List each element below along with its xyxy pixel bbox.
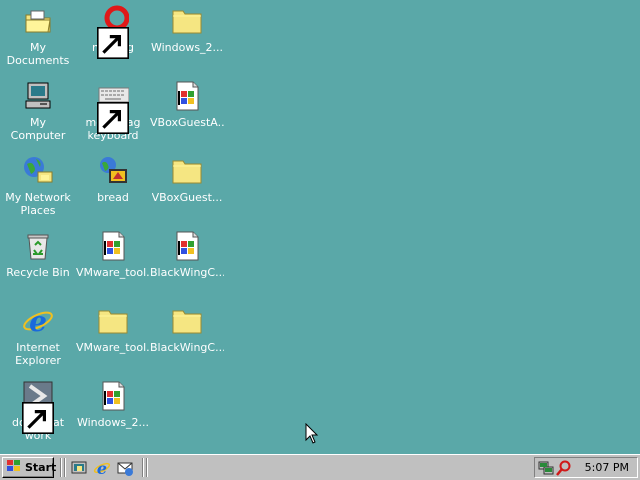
windows-logo-icon xyxy=(6,459,22,476)
search-tray-icon[interactable] xyxy=(556,460,572,476)
desktop-icon-vmware-tools-folder[interactable]: VMware_tool... xyxy=(76,305,150,354)
start-label: Start xyxy=(25,461,57,474)
desktop-icon-label: BlackWingC... xyxy=(150,266,224,279)
shortcut-overlay-icon xyxy=(97,27,129,59)
my-documents-icon xyxy=(22,5,54,37)
shortcut-overlay-icon xyxy=(22,402,54,434)
desktop-icon-label: Recycle Bin xyxy=(6,266,70,279)
desktop-icon-label: My Network Places xyxy=(5,191,71,217)
desktop-icon-windows-2-exe[interactable]: Windows_2... xyxy=(76,380,150,429)
desktop-icon-label: VMware_tool... xyxy=(76,266,150,279)
taskbar: Start e 5:07 PM xyxy=(0,454,640,480)
desktop-icon-vboxguesta-exe[interactable]: VBoxGuestA... xyxy=(150,80,224,129)
red-ring-icon xyxy=(97,5,129,59)
bread-icon xyxy=(97,155,129,187)
network-tray-icon[interactable] xyxy=(538,460,554,476)
folder-icon xyxy=(171,305,203,337)
desktop-icon-nothing[interactable]: nothing xyxy=(76,5,150,59)
desktop-icon-label: VBoxGuestA... xyxy=(150,116,224,129)
svg-text:e: e xyxy=(97,459,107,477)
windows-exe-icon xyxy=(97,230,129,262)
folder-icon xyxy=(171,5,203,37)
windows-exe-icon xyxy=(171,230,203,262)
desktop-icon-label: Internet Explorer xyxy=(15,341,61,367)
taskbar-separator xyxy=(142,458,144,477)
desktop-icon-mobilefag-keyboard[interactable]: mobilefag keyboard xyxy=(76,80,150,142)
desktop-icon-my-documents[interactable]: My Documents xyxy=(1,5,75,67)
shortcut-overlay-icon xyxy=(97,102,129,134)
desktop-icon-windows-2-folder[interactable]: Windows_2... xyxy=(150,5,224,54)
desktop-icon-my-network-places[interactable]: My Network Places xyxy=(1,155,75,217)
desktop-icon-label: bread xyxy=(97,191,129,204)
svg-text:e: e xyxy=(29,305,47,337)
desktop-icon-vboxguest-folder[interactable]: VBoxGuest... xyxy=(150,155,224,204)
keyboard-icon xyxy=(97,80,129,134)
desktop-icon-label: VMware_tool... xyxy=(76,341,150,354)
desktop-icon-recycle-bin[interactable]: Recycle Bin xyxy=(1,230,75,279)
clock[interactable]: 5:07 PM xyxy=(585,461,629,474)
mouse-pointer-icon xyxy=(305,422,319,445)
task-area-grip[interactable] xyxy=(146,458,148,477)
folder-icon xyxy=(171,155,203,187)
desktop-icon-bread[interactable]: bread xyxy=(76,155,150,204)
internet-explorer-icon[interactable]: e xyxy=(93,459,111,478)
windows-exe-icon xyxy=(171,80,203,112)
desktop-icon-blackwingc-folder[interactable]: BlackWingC... xyxy=(150,305,224,354)
desktop-icon-label: BlackWingC... xyxy=(150,341,224,354)
windows-exe-icon xyxy=(97,380,129,412)
system-tray: 5:07 PM xyxy=(534,457,638,478)
my-computer-icon xyxy=(22,80,54,112)
network-places-icon xyxy=(22,155,54,187)
start-button[interactable]: Start xyxy=(2,457,57,478)
internet-explorer-icon: e xyxy=(22,305,54,337)
quick-launch-grip[interactable] xyxy=(64,458,66,477)
desktop-icon-vmware-tools-exe[interactable]: VMware_tool... xyxy=(76,230,150,279)
desktop-icon-blackwingc-exe[interactable]: BlackWingC... xyxy=(150,230,224,279)
desktop-icon-label: VBoxGuest... xyxy=(151,191,223,204)
desktop-icon-label: Windows_2... xyxy=(76,416,150,429)
desktop-icon-my-computer[interactable]: My Computer xyxy=(1,80,75,142)
taskbar-separator xyxy=(60,458,62,477)
desktop[interactable]: My Documents My Computer My Network Plac… xyxy=(0,0,640,454)
desktop-icon-does-that-work[interactable]: does that work xyxy=(1,380,75,442)
show-desktop-icon[interactable] xyxy=(70,459,88,477)
recycle-bin-icon xyxy=(22,230,54,262)
desktop-icon-label: My Documents xyxy=(6,41,70,67)
folder-icon xyxy=(97,305,129,337)
shortcut-arrow-icon xyxy=(22,380,54,434)
desktop-icon-label: Windows_2... xyxy=(150,41,224,54)
outlook-express-icon[interactable] xyxy=(116,459,134,477)
desktop-icon-internet-explorer[interactable]: e Internet Explorer xyxy=(1,305,75,367)
desktop-icon-label: My Computer xyxy=(10,116,66,142)
